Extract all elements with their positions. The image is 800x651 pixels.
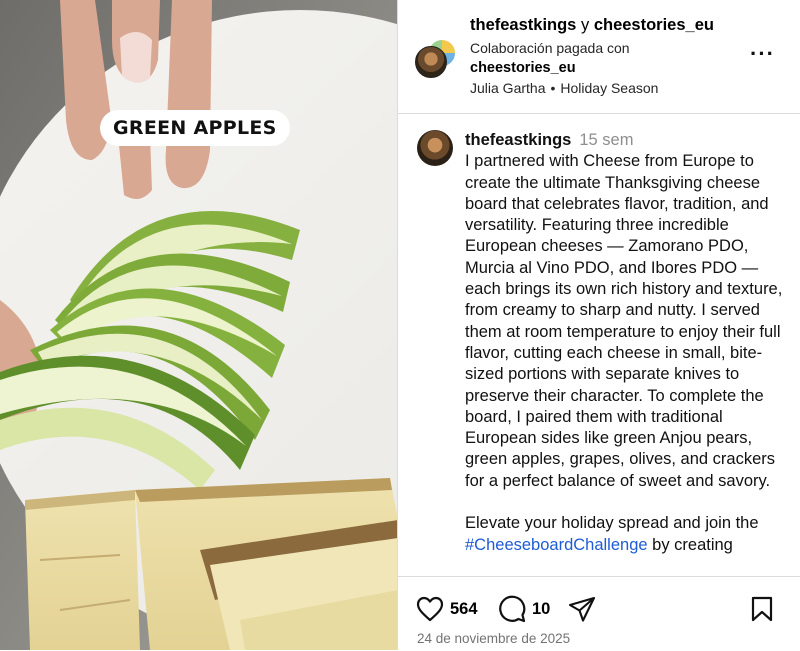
audio-separator: •: [550, 80, 556, 96]
audio-artist[interactable]: Julia Gartha: [470, 80, 545, 96]
audio-title[interactable]: Holiday Season: [560, 80, 658, 96]
media-caption: GREEN APPLES: [100, 110, 290, 146]
caption-username[interactable]: thefeastkings: [465, 131, 571, 149]
header-collaborator-link[interactable]: cheestories_eu: [594, 16, 714, 34]
caption-author-avatar[interactable]: [417, 130, 453, 166]
media-illustration: [0, 0, 398, 650]
collab-avatars[interactable]: [415, 38, 457, 78]
author-avatar[interactable]: [415, 46, 447, 78]
comment-action[interactable]: 10: [498, 595, 550, 623]
bookmark-icon[interactable]: [750, 595, 774, 623]
heart-icon[interactable]: [416, 596, 444, 622]
post-caption-area: thefeastkings 15 sem I partnered with Che…: [398, 114, 800, 576]
share-action[interactable]: [568, 595, 596, 623]
post-header: thefeastkings y cheestories_eu Colaborac…: [398, 0, 800, 114]
fingernail: [120, 31, 152, 83]
paid-partnership-label[interactable]: Colaboración pagada con: [470, 40, 630, 56]
post-sidebar: thefeastkings y cheestories_eu Colaborac…: [398, 0, 800, 650]
audio-info[interactable]: Julia Gartha • Holiday Season: [470, 80, 658, 96]
more-options-icon[interactable]: ···: [750, 43, 775, 65]
like-count[interactable]: 564: [450, 600, 478, 619]
save-action[interactable]: [750, 595, 774, 623]
comment-count[interactable]: 10: [532, 600, 550, 619]
hashtag-link[interactable]: #CheeseboardChallenge: [465, 536, 648, 554]
caption-timestamp[interactable]: 15 sem: [579, 131, 633, 149]
share-icon[interactable]: [568, 595, 596, 623]
post-media[interactable]: GREEN APPLES: [0, 0, 398, 650]
cheese-wedges: [25, 478, 398, 650]
post-actions: 564 10 24 de noviembre de 2025: [398, 576, 800, 651]
header-conjunction: y: [580, 16, 590, 34]
header-authors: thefeastkings y cheestories_eu: [470, 16, 714, 35]
caption-text: thefeastkings 15 sem I partnered with Che…: [465, 130, 785, 556]
header-author-link[interactable]: thefeastkings: [470, 16, 576, 34]
caption-body: I partnered with Cheese from Europe to c…: [465, 152, 783, 533]
paid-partner-link[interactable]: cheestories_eu: [470, 60, 576, 76]
caption-body-tail: by creating: [647, 535, 733, 554]
like-action[interactable]: 564: [416, 595, 478, 623]
comment-icon[interactable]: [498, 595, 526, 623]
post-date[interactable]: 24 de noviembre de 2025: [417, 631, 570, 646]
